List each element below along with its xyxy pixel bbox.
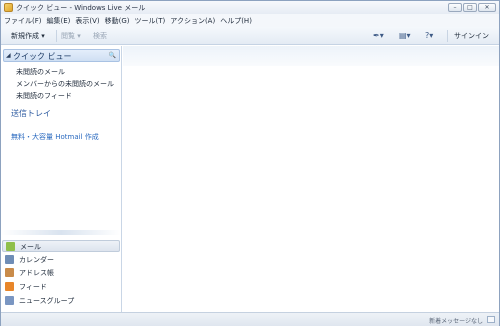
toolbar: 新規作成 ▾ 閲覧 ▾ 検索 ✒▾ ▤▾ ?▾ サインイン	[1, 27, 499, 45]
menu-go[interactable]: 移動(G)	[105, 16, 130, 26]
nav-label: フィード	[19, 283, 47, 291]
calendar-icon	[5, 255, 14, 264]
newsgroup-icon	[5, 296, 14, 305]
quickview-item-unread-feeds[interactable]: 未閲読のフィード	[16, 91, 72, 101]
nav-item-calendar[interactable]: カレンダー	[2, 254, 120, 266]
content-header-band	[123, 46, 499, 66]
maximize-button[interactable]: □	[463, 3, 477, 12]
menu-bar: ファイル(F) 編集(E) 表示(V) 移動(G) ツール(T) アクション(A…	[1, 14, 499, 27]
contacts-icon	[5, 268, 14, 277]
nav-label: ニュースグループ	[19, 297, 75, 305]
menu-file[interactable]: ファイル(F)	[4, 16, 42, 26]
hotmail-signup-link[interactable]: 無料・大容量 Hotmail 作成	[11, 132, 99, 142]
help-icon[interactable]: ?▾	[425, 30, 441, 42]
main-content-pane	[123, 46, 499, 312]
title-bar[interactable]: クイック ビュー - Windows Live メール – □ ✕	[1, 1, 499, 14]
menu-help[interactable]: ヘルプ(H)	[220, 16, 252, 26]
status-text: 新着メッセージなし	[429, 318, 483, 325]
minimize-button[interactable]: –	[448, 3, 462, 12]
pen-icon[interactable]: ✒▾	[373, 30, 389, 42]
quickview-item-unread-mail[interactable]: 未閲読のメール	[16, 67, 65, 77]
windows-live-mail-icon	[4, 3, 13, 12]
window-title: クイック ビュー - Windows Live メール	[16, 4, 146, 12]
quickview-title: クイック ビュー	[13, 52, 72, 61]
nav-item-newsgroups[interactable]: ニュースグループ	[2, 295, 120, 307]
nav-item-feeds[interactable]: フィード	[2, 281, 120, 293]
quickview-header[interactable]: ◢ クイック ビュー 🔍	[3, 49, 120, 62]
nav-divider	[1, 230, 121, 235]
toolbar-divider	[56, 30, 57, 42]
feed-icon	[5, 282, 14, 291]
window-controls: – □ ✕	[448, 3, 496, 12]
signin-link[interactable]: サインイン	[454, 31, 489, 41]
nav-item-mail[interactable]: メール	[2, 240, 120, 252]
collapse-arrow-icon[interactable]: ◢	[6, 52, 11, 59]
menu-edit[interactable]: 編集(E)	[47, 16, 71, 26]
menu-view[interactable]: 表示(V)	[75, 16, 99, 26]
status-icon	[487, 316, 495, 323]
nav-label: メール	[20, 243, 41, 251]
nav-label: カレンダー	[19, 256, 54, 264]
new-button[interactable]: 新規作成 ▾	[11, 31, 45, 41]
menu-actions[interactable]: アクション(A)	[170, 16, 215, 26]
outbox-folder[interactable]: 送信トレイ	[11, 108, 51, 119]
reply-button[interactable]: 閲覧 ▾	[61, 31, 81, 41]
app-window: クイック ビュー - Windows Live メール – □ ✕ ファイル(F…	[0, 0, 500, 326]
menu-tools[interactable]: ツール(T)	[135, 16, 166, 26]
nav-label: アドレス帳	[19, 269, 54, 277]
nav-item-contacts[interactable]: アドレス帳	[2, 267, 120, 279]
status-bar: 新着メッセージなし	[1, 312, 499, 326]
search-icon[interactable]: 🔍	[109, 52, 116, 59]
search-button[interactable]: 検索	[93, 31, 107, 41]
mail-icon	[6, 242, 15, 251]
layout-icon[interactable]: ▤▾	[399, 30, 415, 42]
quickview-item-unread-from-contacts[interactable]: メンバーからの未閲読のメール	[16, 79, 114, 89]
toolbar-divider	[447, 30, 448, 42]
sidebar: ◢ クイック ビュー 🔍 未閲読のメール メンバーからの未閲読のメール 未閲読の…	[1, 46, 122, 312]
close-button[interactable]: ✕	[478, 3, 496, 12]
